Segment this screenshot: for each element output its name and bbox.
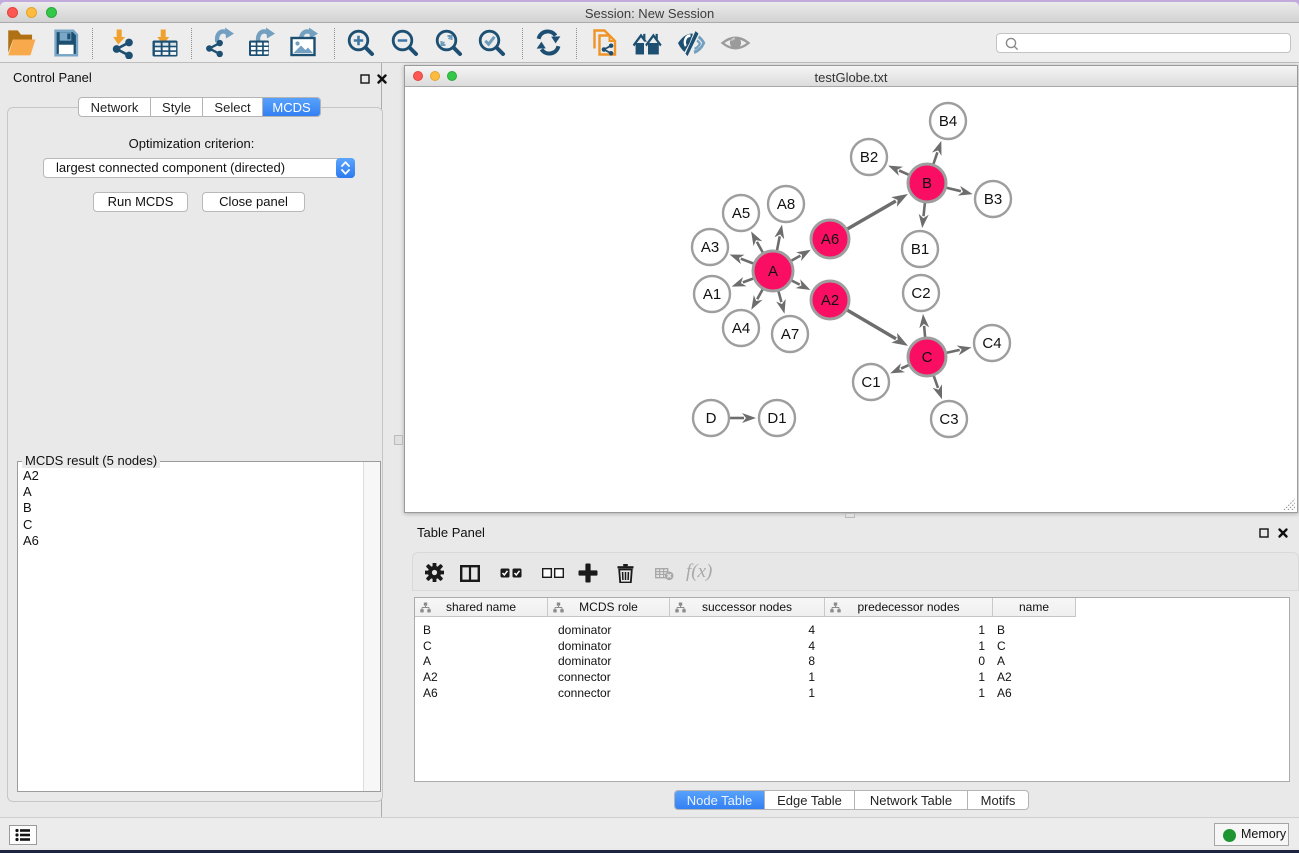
- svg-text:C2: C2: [911, 285, 930, 302]
- svg-text:D: D: [706, 410, 717, 427]
- svg-text:C: C: [922, 349, 933, 366]
- svg-text:C4: C4: [982, 335, 1001, 352]
- svg-text:A6: A6: [821, 231, 839, 248]
- svg-text:A8: A8: [777, 196, 795, 213]
- svg-text:A5: A5: [732, 205, 750, 222]
- svg-text:C1: C1: [861, 374, 880, 391]
- svg-text:A1: A1: [703, 286, 721, 303]
- svg-text:A: A: [768, 263, 778, 280]
- svg-text:B4: B4: [939, 113, 957, 130]
- svg-text:B1: B1: [911, 241, 929, 258]
- svg-text:A4: A4: [732, 320, 750, 337]
- svg-text:A3: A3: [701, 239, 719, 256]
- svg-text:B: B: [922, 175, 932, 192]
- svg-text:A2: A2: [821, 292, 839, 309]
- svg-text:D1: D1: [767, 410, 786, 427]
- svg-text:B3: B3: [984, 191, 1002, 208]
- svg-text:C3: C3: [939, 411, 958, 428]
- svg-text:B2: B2: [860, 149, 878, 166]
- svg-text:A7: A7: [781, 326, 799, 343]
